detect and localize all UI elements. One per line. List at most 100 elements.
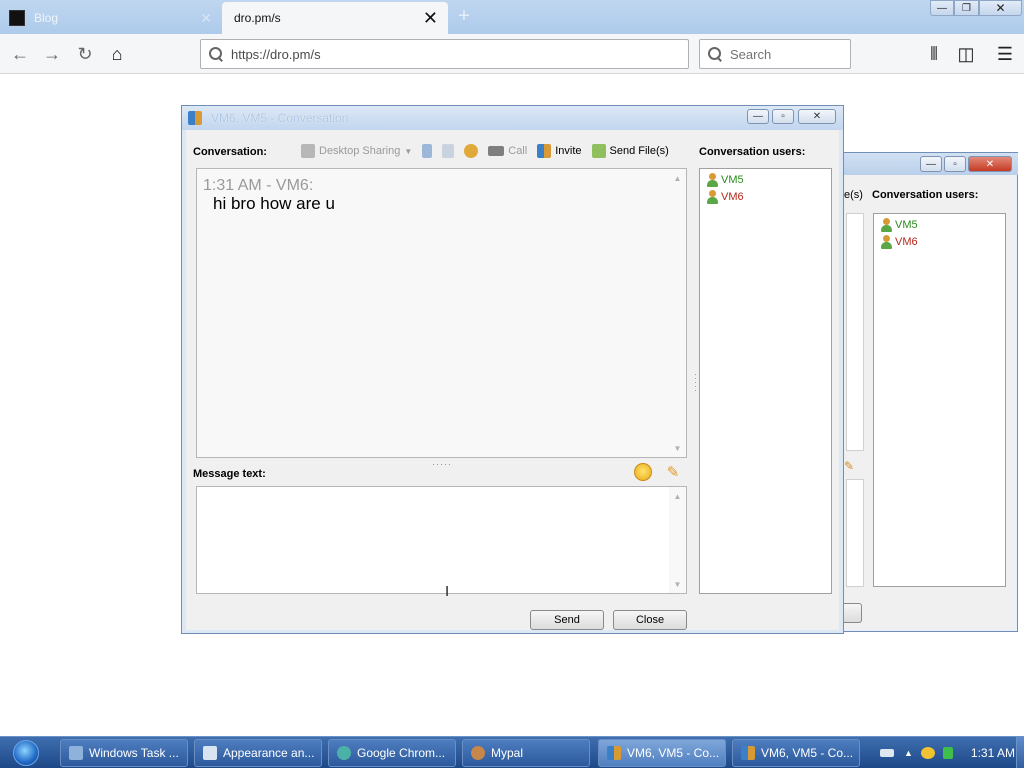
scroll-down-arrow-icon[interactable]: ▼	[669, 577, 686, 591]
show-desktop-button[interactable]	[1016, 737, 1024, 768]
minimize-button[interactable]: —	[930, 0, 954, 16]
invite-label: Invite	[555, 145, 582, 157]
window-title: VM6, VM5 - Conversation	[211, 111, 349, 125]
reload-icon[interactable]: ↻	[71, 40, 99, 68]
emoticons-button[interactable]	[459, 140, 483, 162]
close-button[interactable]: Close	[613, 610, 687, 630]
taskbar-item-chrome[interactable]: Google Chrom...	[328, 739, 456, 767]
chrome-icon	[337, 746, 351, 760]
editor-icon[interactable]: ✎	[844, 459, 854, 473]
show-hidden-icons-icon[interactable]: ▲	[904, 748, 913, 758]
hamburger-menu-icon[interactable]: ☰	[991, 40, 1019, 68]
scroll-up-arrow-icon[interactable]: ▲	[669, 171, 686, 185]
send-files-partial-label: e(s)	[844, 189, 863, 201]
conversation-toolbar: Desktop Sharing ▼ Call Invite Send File(…	[296, 140, 674, 162]
conversation-users-label: Conversation users:	[699, 146, 806, 158]
conversation-users-list: VM5 VM6	[699, 168, 832, 594]
message-input[interactable]: I ▲ ▼	[196, 486, 687, 600]
windows-logo-icon	[13, 740, 39, 766]
tab-dro-pm[interactable]: dro.pm/s ✕	[222, 2, 448, 34]
minimize-button[interactable]: —	[747, 109, 769, 124]
chat-history-pane[interactable]: 1:31 AM - VM6: hi bro how are u ▲ ▼	[196, 168, 687, 458]
text-editor-icon[interactable]: ✎	[664, 463, 682, 481]
message-text: hi bro how are u	[213, 194, 335, 213]
close-window-button[interactable]: ✕	[968, 156, 1012, 172]
tab-blog[interactable]: Blog ✕	[0, 2, 222, 34]
library-icon[interactable]: ⫴	[920, 40, 948, 68]
keyboard-icon[interactable]	[880, 749, 894, 757]
search-placeholder: Search	[730, 46, 772, 62]
user-icon	[880, 217, 892, 232]
call-button[interactable]: Call	[483, 140, 532, 162]
scroll-up-arrow-icon[interactable]: ▲	[669, 489, 686, 503]
url-bar[interactable]: https://dro.pm/s	[200, 39, 689, 69]
history-button[interactable]	[417, 140, 437, 162]
conversation-label: Conversation:	[193, 146, 267, 158]
taskbar-item-conversation[interactable]: VM6, VM5 - Co...	[732, 739, 860, 767]
taskbar-item-task-manager[interactable]: Windows Task ...	[60, 739, 188, 767]
title-bar[interactable]: VM6, VM5 - Conversation — ▫ ✕	[182, 106, 843, 130]
restore-button[interactable]: ❐	[954, 0, 979, 16]
user-name: VM6	[895, 235, 918, 248]
scrollbar[interactable]: ▲ ▼	[669, 169, 686, 457]
scrollbar[interactable]	[846, 479, 864, 587]
scroll-down-arrow-icon[interactable]: ▼	[669, 441, 686, 455]
windows-taskbar: Windows Task ... Appearance an... Google…	[0, 736, 1024, 768]
browser-tab-bar: Blog ✕ dro.pm/s ✕ + — ❐ ✕	[0, 0, 1024, 34]
start-button[interactable]	[6, 738, 46, 768]
title-bar[interactable]: — ▫ ✕	[842, 153, 1018, 175]
close-icon[interactable]: ✕	[200, 10, 212, 27]
sidebar-icon[interactable]: ◫	[952, 40, 980, 68]
tab-title: dro.pm/s	[234, 11, 281, 25]
user-item[interactable]: VM6	[706, 188, 825, 205]
smiley-icon[interactable]	[634, 463, 652, 481]
close-window-button[interactable]: ✕	[798, 109, 836, 124]
notification-icon[interactable]	[920, 747, 935, 759]
background-conversation-window[interactable]: — ▫ ✕ e(s) Conversation users: ✎ VM5 VM6	[842, 152, 1018, 632]
horizontal-splitter-handle[interactable]: ·····	[432, 459, 452, 469]
message-text-label: Message text:	[193, 468, 266, 480]
text-cursor-icon: I	[445, 583, 450, 600]
user-item[interactable]: VM5	[706, 171, 825, 188]
chat-app-icon	[188, 111, 202, 125]
maximize-button[interactable]: ▫	[944, 156, 966, 172]
taskbar-item-appearance[interactable]: Appearance an...	[194, 739, 322, 767]
forward-arrow-icon[interactable]: →	[38, 40, 66, 68]
maximize-button[interactable]: ▫	[772, 109, 794, 124]
new-tab-plus-icon[interactable]: +	[452, 4, 476, 28]
send-files-button[interactable]: Send File(s)	[587, 140, 674, 162]
blog-favicon-icon	[9, 10, 25, 26]
conversation-users-label: Conversation users:	[872, 189, 979, 201]
conversation-window[interactable]: VM6, VM5 - Conversation — ▫ ✕ Conversati…	[181, 105, 844, 634]
scrollbar[interactable]: ▲ ▼	[669, 487, 686, 593]
home-icon[interactable]: ⌂	[103, 40, 131, 68]
minimize-button[interactable]: —	[920, 156, 942, 172]
book-icon	[422, 144, 433, 158]
close-window-button[interactable]: ✕	[979, 0, 1022, 16]
back-arrow-icon[interactable]: ←	[6, 40, 34, 68]
desktop-sharing-icon	[301, 144, 315, 158]
user-icon	[706, 189, 718, 204]
search-history-button[interactable]	[437, 140, 459, 162]
user-icon	[880, 234, 892, 249]
camera-icon	[488, 146, 505, 156]
clock[interactable]: 1:31 AM	[971, 746, 1015, 760]
call-label: Call	[508, 145, 528, 157]
close-icon[interactable]: ✕	[423, 8, 438, 29]
window-body: e(s) Conversation users: ✎ VM5 VM6	[842, 175, 1014, 629]
taskbar-item-label: Appearance an...	[223, 746, 315, 760]
system-tray: ▲ 1:31 AM	[872, 737, 1024, 768]
close-button-partial[interactable]	[842, 603, 862, 623]
search-input[interactable]: Search	[699, 39, 851, 69]
invite-button[interactable]: Invite	[532, 140, 586, 162]
taskbar-item-mypal[interactable]: Mypal	[462, 739, 590, 767]
taskbar-item-label: VM6, VM5 - Co...	[627, 746, 720, 760]
user-item[interactable]: VM5	[880, 216, 999, 233]
send-button[interactable]: Send	[530, 610, 604, 630]
user-item[interactable]: VM6	[880, 233, 999, 250]
taskbar-item-conversation[interactable]: VM6, VM5 - Co...	[598, 739, 726, 767]
network-icon[interactable]	[942, 747, 953, 759]
search-icon	[209, 47, 223, 61]
scrollbar[interactable]	[846, 213, 864, 451]
desktop-sharing-button[interactable]: Desktop Sharing ▼	[296, 140, 417, 162]
